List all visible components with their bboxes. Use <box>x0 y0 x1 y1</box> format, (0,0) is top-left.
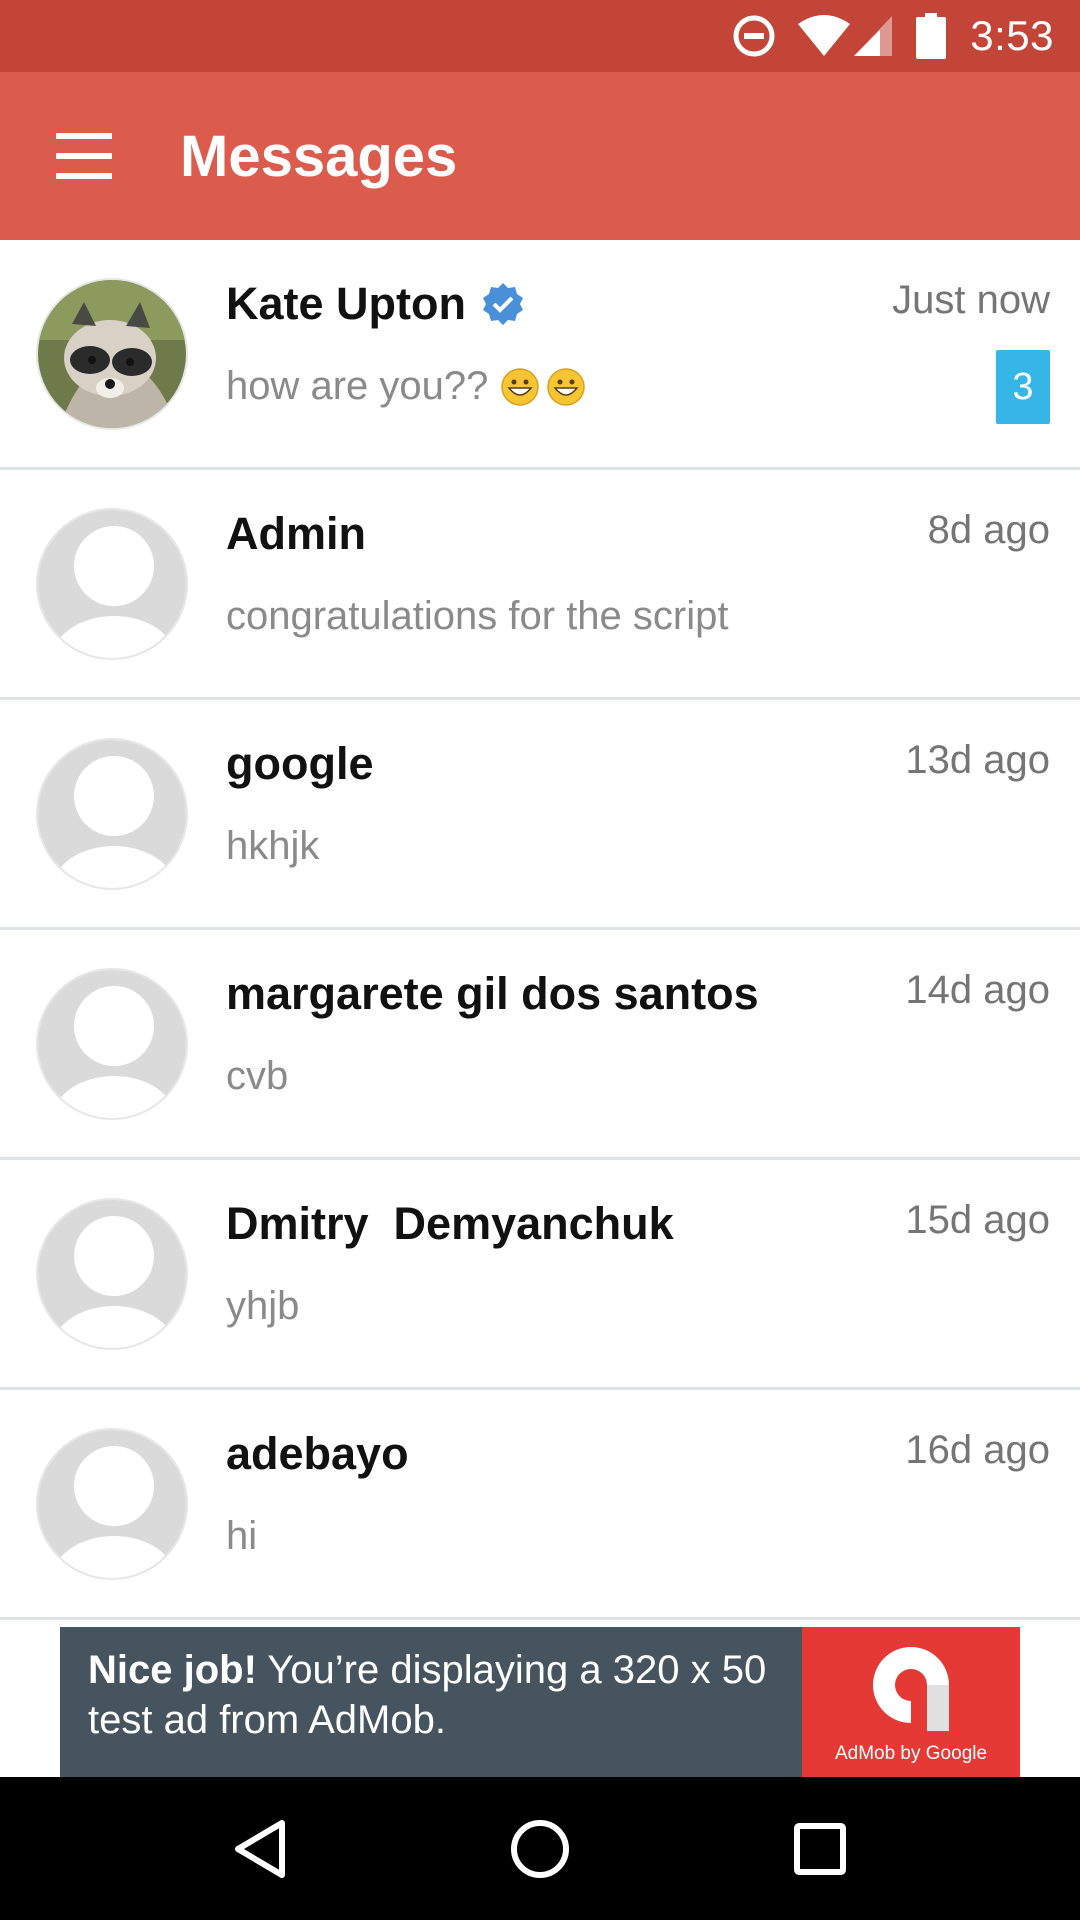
ad-text: Nice job! You’re displaying a 320 x 50 t… <box>60 1627 802 1777</box>
conversation-time: 13d ago <box>905 738 1050 782</box>
home-icon[interactable] <box>490 1799 590 1899</box>
conversation-time: 15d ago <box>905 1198 1050 1242</box>
conversation-preview: hkhjk <box>226 824 320 868</box>
conversation-name: adebayo <box>226 1428 409 1479</box>
conversation-time: 16d ago <box>905 1428 1050 1472</box>
default-avatar-icon <box>36 738 188 890</box>
status-bar: 3:53 <box>0 0 1080 72</box>
conversation-name: google <box>226 738 374 789</box>
conversation-row[interactable]: adebayo 16d ago hi <box>0 1390 1080 1620</box>
wifi-icon <box>796 14 852 58</box>
ad-logo-caption: AdMob by Google <box>834 1743 988 1764</box>
admob-logo: AdMob by Google <box>802 1627 1020 1777</box>
conversation-name: Admin <box>226 508 366 559</box>
conversation-row[interactable]: Dmitry Demyanchuk 15d ago yhjb <box>0 1160 1080 1390</box>
default-avatar-icon <box>36 508 188 660</box>
conversation-row[interactable]: Kate Upton Just now how are you?? 3 <box>0 240 1080 470</box>
grinning-face-icon <box>546 367 586 407</box>
conversation-row[interactable]: margarete gil dos santos 14d ago cvb <box>0 930 1080 1160</box>
cell-signal-icon <box>852 14 896 58</box>
conversation-preview: hi <box>226 1514 258 1558</box>
page-title: Messages <box>180 123 458 189</box>
status-time: 3:53 <box>970 12 1054 59</box>
hamburger-menu-icon[interactable] <box>40 112 128 200</box>
conversation-list: Kate Upton Just now how are you?? 3 Admi <box>0 240 1080 1620</box>
conversation-name: margarete gil dos santos <box>226 968 759 1019</box>
app-bar: Messages <box>0 72 1080 240</box>
battery-icon <box>916 13 947 59</box>
grinning-face-icon <box>500 367 540 407</box>
conversation-time: 8d ago <box>927 508 1050 552</box>
do-not-disturb-icon <box>732 14 776 58</box>
conversation-row[interactable]: google 13d ago hkhjk <box>0 700 1080 930</box>
conversation-name: Kate Upton <box>226 278 526 330</box>
ad-banner[interactable]: Nice job! You’re displaying a 320 x 50 t… <box>60 1627 1020 1777</box>
conversation-row[interactable]: Admin 8d ago congratulations for the scr… <box>0 470 1080 700</box>
verified-badge-icon <box>480 281 526 327</box>
conversation-time: 14d ago <box>905 968 1050 1012</box>
avatar <box>36 278 188 430</box>
conversation-preview: how are you?? <box>226 364 586 409</box>
conversation-name: Dmitry Demyanchuk <box>226 1198 674 1249</box>
conversation-preview: yhjb <box>226 1284 300 1328</box>
conversation-time: Just now <box>892 278 1050 322</box>
conversation-preview: congratulations for the script <box>226 594 729 638</box>
admob-logo-icon <box>873 1647 949 1731</box>
conversation-preview: cvb <box>226 1054 289 1098</box>
ad-headline: Nice job! <box>88 1648 257 1692</box>
navigation-bar <box>0 1777 1080 1920</box>
default-avatar-icon <box>36 968 188 1120</box>
recents-icon[interactable] <box>770 1799 870 1899</box>
back-icon[interactable] <box>210 1799 310 1899</box>
unread-count-badge: 3 <box>996 350 1050 424</box>
default-avatar-icon <box>36 1428 188 1580</box>
default-avatar-icon <box>36 1198 188 1350</box>
